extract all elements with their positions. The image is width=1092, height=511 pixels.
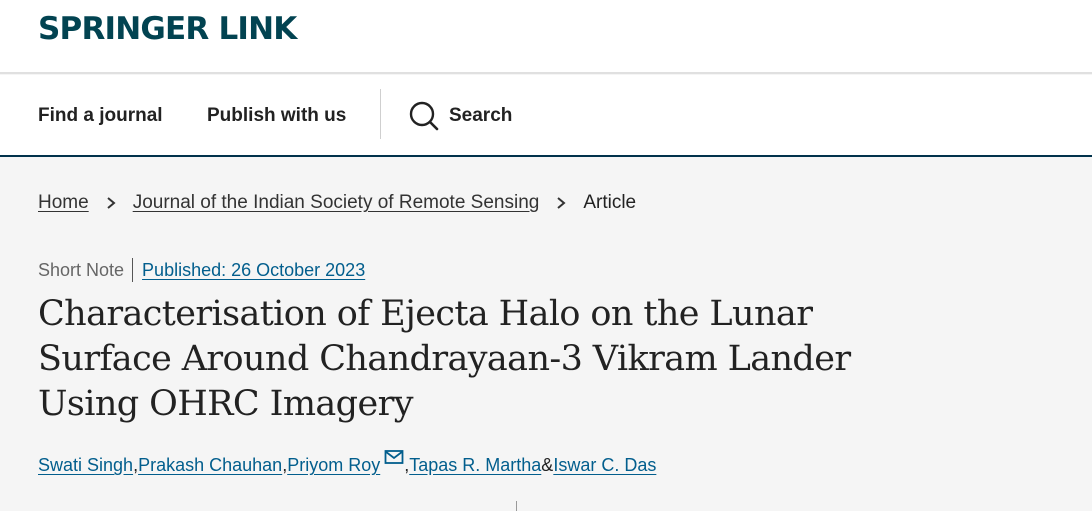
article-title: Characterisation of Ejecta Halo on the L… bbox=[38, 294, 851, 424]
chevron-right-icon bbox=[557, 197, 566, 209]
springer-link-logo[interactable]: SPRINGER LINK bbox=[38, 12, 297, 46]
find-journal-link[interactable]: Find a journal bbox=[38, 105, 163, 127]
search-icon bbox=[409, 101, 439, 131]
nav-divider bbox=[380, 89, 381, 139]
author-separator: & bbox=[541, 455, 554, 475]
article-type: Short Note bbox=[38, 258, 134, 282]
breadcrumb-home[interactable]: Home bbox=[38, 192, 89, 214]
author-link[interactable]: Iswar C. Das bbox=[553, 453, 656, 477]
divider bbox=[516, 501, 517, 511]
published-date-link[interactable]: Published: 26 October 2023 bbox=[142, 258, 365, 282]
breadcrumb-current: Article bbox=[583, 192, 637, 213]
search-label: Search bbox=[449, 105, 513, 126]
author-link[interactable]: Swati Singh bbox=[38, 453, 133, 477]
author-list: Swati Singh, Prakash Chauhan, Priyom Roy… bbox=[38, 450, 656, 477]
search-button[interactable]: Search bbox=[409, 99, 512, 133]
author-link[interactable]: Priyom Roy bbox=[287, 453, 380, 477]
breadcrumb: Home Journal of the Indian Society of Re… bbox=[38, 192, 636, 214]
site-header: SPRINGER LINK bbox=[0, 0, 1092, 74]
chevron-right-icon bbox=[107, 197, 116, 209]
article-meta: Short Note Published: 26 October 2023 bbox=[38, 258, 365, 282]
author-link[interactable]: Prakash Chauhan bbox=[138, 453, 282, 477]
main-nav: Find a journal Publish with us Search bbox=[0, 75, 1092, 157]
mail-icon[interactable] bbox=[384, 449, 404, 465]
publish-with-us-link[interactable]: Publish with us bbox=[207, 105, 346, 127]
breadcrumb-journal[interactable]: Journal of the Indian Society of Remote … bbox=[133, 192, 540, 214]
author-link[interactable]: Tapas R. Martha bbox=[409, 453, 541, 477]
